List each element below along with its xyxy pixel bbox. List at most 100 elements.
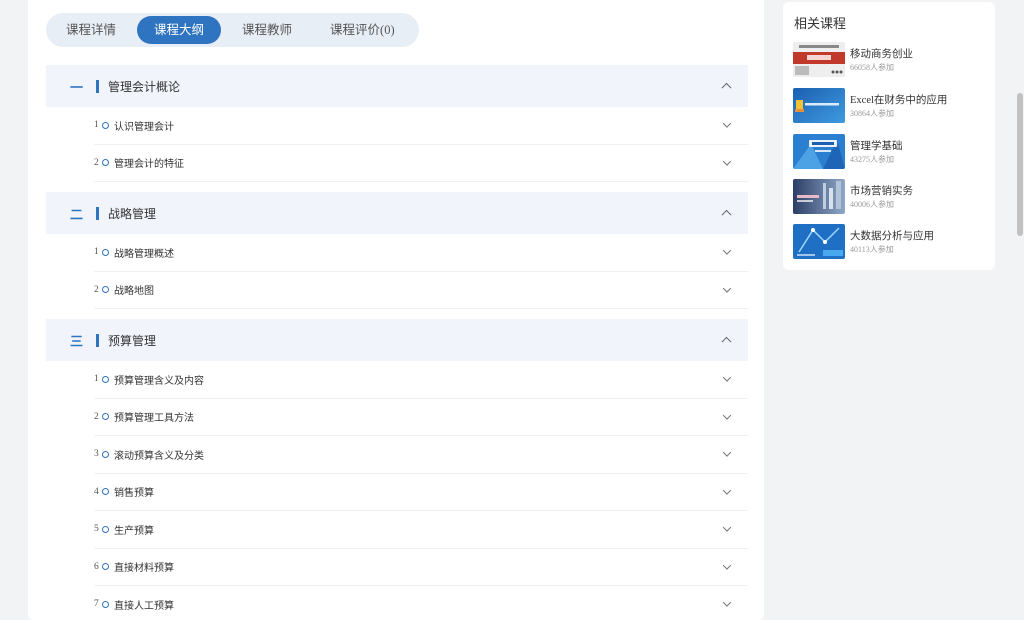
circle-dot-icon	[102, 563, 109, 571]
chapter-number: 二	[70, 207, 84, 223]
course-thumbnail[interactable]	[793, 179, 845, 214]
lesson-item[interactable]: 1 预算管理含义及内容	[94, 361, 748, 399]
circle-dot-icon	[102, 600, 109, 608]
lesson-number: 2	[94, 157, 99, 168]
chevron-down-icon[interactable]	[722, 598, 732, 607]
chevron-down-icon[interactable]	[722, 486, 732, 495]
lesson-title: 滚动预算含义及分类	[114, 450, 204, 462]
lesson-title: 销售预算	[114, 488, 154, 500]
chapter-title: 管理会计概论	[108, 79, 181, 94]
lesson-number: 4	[94, 486, 99, 497]
lesson-title: 认识管理会计	[114, 121, 174, 133]
lesson-item[interactable]: 2 预算管理工具方法	[94, 399, 748, 436]
course-thumbnail[interactable]	[793, 134, 845, 169]
chevron-down-icon[interactable]	[722, 523, 732, 532]
chapter-number: 三	[70, 334, 84, 350]
tab-course-teachers[interactable]: 课程教师	[225, 16, 309, 44]
circle-dot-icon	[102, 248, 109, 256]
lesson-number: 6	[94, 561, 99, 572]
lesson-item[interactable]: 3 滚动预算含义及分类	[94, 436, 748, 474]
circle-dot-icon	[102, 159, 109, 167]
related-course-item[interactable]: 大数据分析与应用 40113人参加	[793, 224, 988, 259]
chapter: 三 预算管理 1 预算管理含义及内容 2 预算管理工具方法 3 滚动预算含义及分…	[46, 319, 748, 620]
lesson-item[interactable]: 4 销售预算	[94, 474, 748, 511]
scrollbar-thumb[interactable]	[1017, 93, 1023, 236]
course-tabs: 课程详情 课程大纲 课程教师 课程评价(0)	[46, 13, 419, 47]
chevron-down-icon[interactable]	[722, 373, 732, 382]
circle-dot-icon	[102, 375, 109, 383]
course-name[interactable]: 移动商务创业	[850, 46, 913, 61]
lesson-title: 管理会计的特征	[114, 159, 184, 171]
lesson-number: 3	[94, 449, 99, 460]
course-enrollment-count: 40113人参加	[850, 245, 894, 254]
course-outline: 一 管理会计概论 1 认识管理会计 2 管理会计的特征 二 战略管理 1 战略管…	[46, 65, 748, 620]
related-course-item[interactable]: 管理学基础 43275人参加	[793, 134, 988, 169]
chapter-header[interactable]: 三 预算管理	[46, 319, 748, 361]
lesson-number: 1	[94, 120, 99, 131]
course-thumbnail[interactable]	[793, 224, 845, 259]
chevron-up-icon[interactable]	[721, 209, 732, 220]
course-name[interactable]: 大数据分析与应用	[850, 228, 934, 243]
lesson-item[interactable]: 6 直接材料预算	[94, 549, 748, 586]
related-course-item[interactable]: 移动商务创业 66058人参加	[793, 42, 988, 77]
course-enrollment-count: 66058人参加	[850, 63, 894, 72]
lesson-number: 7	[94, 599, 99, 610]
chevron-down-icon[interactable]	[722, 411, 732, 420]
chevron-down-icon[interactable]	[722, 157, 732, 166]
chapter-header[interactable]: 一 管理会计概论	[46, 65, 748, 107]
course-main-panel: 课程详情 课程大纲 课程教师 课程评价(0) 一 管理会计概论 1 认识管理会计…	[28, 0, 764, 620]
lesson-item[interactable]: 1 战略管理概述	[94, 234, 748, 272]
circle-dot-icon	[102, 286, 109, 294]
related-courses-title: 相关课程	[794, 17, 847, 32]
lesson-title: 预算管理含义及内容	[114, 375, 204, 387]
tab-course-reviews[interactable]: 课程评价(0)	[313, 16, 412, 44]
circle-dot-icon	[102, 450, 109, 458]
related-courses-panel: 相关课程 移动商务创业 66058人参加 Excel在财务中的应用 30864人…	[783, 2, 995, 270]
circle-dot-icon	[102, 525, 109, 533]
lesson-item[interactable]: 7 直接人工预算	[94, 586, 748, 620]
chevron-down-icon[interactable]	[722, 119, 732, 128]
chevron-down-icon[interactable]	[722, 448, 732, 457]
lesson-item[interactable]: 2 管理会计的特征	[94, 145, 748, 182]
chevron-up-icon[interactable]	[721, 82, 732, 93]
related-course-item[interactable]: 市场营销实务 40006人参加	[793, 179, 988, 214]
chapter-accent-bar	[96, 206, 99, 220]
tab-course-details[interactable]: 课程详情	[49, 16, 133, 44]
lesson-number: 1	[94, 247, 99, 258]
related-course-item[interactable]: Excel在财务中的应用 30864人参加	[793, 88, 988, 123]
chapter: 一 管理会计概论 1 认识管理会计 2 管理会计的特征	[46, 65, 748, 182]
lesson-item[interactable]: 1 认识管理会计	[94, 107, 748, 145]
page-scrollbar[interactable]	[1014, 0, 1024, 620]
course-thumbnail[interactable]	[793, 88, 845, 123]
lesson-title: 生产预算	[114, 525, 154, 537]
circle-dot-icon	[102, 413, 109, 421]
lesson-title: 直接材料预算	[114, 563, 174, 575]
lesson-title: 战略管理概述	[114, 248, 174, 260]
chevron-up-icon[interactable]	[721, 336, 732, 347]
lesson-number: 5	[94, 524, 99, 535]
chapter: 二 战略管理 1 战略管理概述 2 战略地图	[46, 192, 748, 309]
lesson-title: 战略地图	[114, 286, 154, 298]
chevron-down-icon[interactable]	[722, 284, 732, 293]
chapter-accent-bar	[96, 79, 99, 93]
course-thumbnail[interactable]	[793, 42, 845, 77]
course-name[interactable]: Excel在财务中的应用	[850, 92, 947, 107]
course-name[interactable]: 管理学基础	[850, 138, 903, 153]
tab-course-outline[interactable]: 课程大纲	[137, 16, 222, 44]
course-enrollment-count: 43275人参加	[850, 155, 894, 164]
chapter-accent-bar	[96, 333, 99, 347]
circle-dot-icon	[102, 488, 109, 496]
chevron-down-icon[interactable]	[722, 561, 732, 570]
chevron-down-icon[interactable]	[722, 246, 732, 255]
lesson-title: 预算管理工具方法	[114, 413, 194, 425]
lesson-item[interactable]: 5 生产预算	[94, 511, 748, 549]
chapter-title: 战略管理	[108, 206, 157, 221]
chapter-header[interactable]: 二 战略管理	[46, 192, 748, 234]
lesson-item[interactable]: 2 战略地图	[94, 272, 748, 309]
course-name[interactable]: 市场营销实务	[850, 183, 913, 198]
lesson-number: 1	[94, 374, 99, 385]
course-enrollment-count: 30864人参加	[850, 109, 894, 118]
course-enrollment-count: 40006人参加	[850, 200, 894, 209]
chapter-title: 预算管理	[108, 333, 157, 348]
circle-dot-icon	[102, 121, 109, 129]
